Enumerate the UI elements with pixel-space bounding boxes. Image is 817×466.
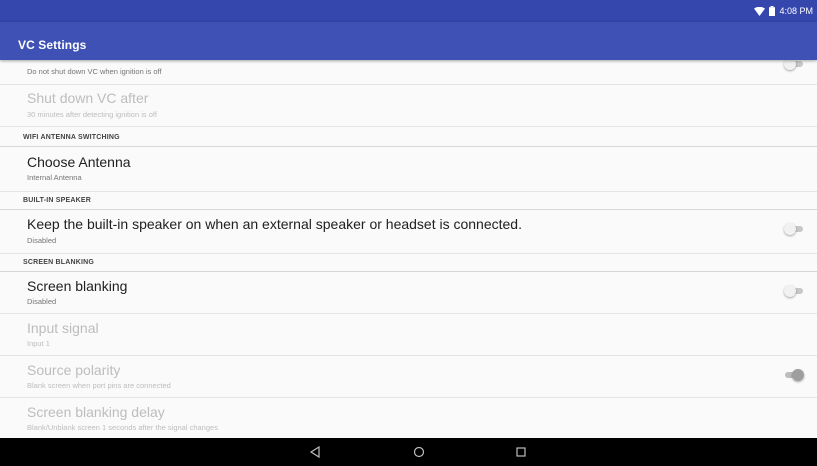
source-polarity-switch[interactable] (785, 369, 804, 381)
pref-screen-blanking-title: Screen blanking (27, 278, 128, 294)
home-icon[interactable] (412, 445, 426, 459)
switch-thumb (784, 223, 796, 235)
category-label: WIFI ANTENNA SWITCHING (23, 134, 120, 141)
screen-blanking-switch[interactable] (784, 285, 803, 297)
pref-screen-blanking-summary: Disabled (27, 297, 57, 306)
pref-blanking-delay-summary: Blank/Unblank screen 1 seconds after the… (27, 423, 218, 432)
pref-source-polarity-summary: Blank screen when port pins are connecte… (27, 381, 171, 390)
pref-blanking-delay-title: Screen blanking delay (27, 404, 165, 420)
switch-thumb (784, 285, 796, 297)
speaker-switch[interactable] (784, 223, 803, 235)
pref-ignition[interactable]: Do not shut down VC when ignition is off (0, 60, 817, 85)
settings-list[interactable]: Do not shut down VC when ignition is off… (0, 60, 817, 438)
ignition-switch[interactable] (784, 60, 803, 70)
category-wifi-antenna: WIFI ANTENNA SWITCHING (0, 127, 817, 147)
status-icons: 4:08 PM (754, 4, 813, 18)
page-title: VC Settings (18, 38, 87, 52)
pref-shutdown[interactable]: Shut down VC after 30 minutes after dete… (0, 85, 817, 127)
switch-thumb (792, 369, 804, 381)
wifi-icon (754, 6, 766, 16)
switch-thumb (784, 60, 796, 70)
pref-antenna[interactable]: Choose Antenna Internal Antenna (0, 147, 817, 192)
pref-source-polarity[interactable]: Source polarity Blank screen when port p… (0, 356, 817, 398)
pref-input-signal-title: Input signal (27, 320, 99, 336)
category-built-in-speaker: BUILT-IN SPEAKER (0, 190, 817, 210)
category-label: BUILT-IN SPEAKER (23, 197, 92, 204)
pref-antenna-summary: Internal Antenna (27, 173, 82, 182)
pref-ignition-summary: Do not shut down VC when ignition is off (27, 67, 162, 76)
pref-source-polarity-title: Source polarity (27, 362, 121, 378)
category-label: SCREEN BLANKING (23, 259, 95, 266)
back-icon[interactable] (308, 445, 322, 459)
clock: 4:08 PM (779, 6, 813, 16)
navigation-bar (0, 438, 817, 466)
category-screen-blanking: SCREEN BLANKING (0, 252, 817, 272)
app-bar: VC Settings (0, 22, 817, 60)
pref-screen-blanking[interactable]: Screen blanking Disabled (0, 272, 817, 314)
pref-shutdown-title: Shut down VC after (27, 90, 149, 106)
pref-input-signal[interactable]: Input signal Input 1 (0, 314, 817, 356)
status-bar: 4:08 PM (0, 0, 817, 22)
pref-speaker-title: Keep the built-in speaker on when an ext… (27, 216, 522, 232)
pref-input-signal-summary: Input 1 (27, 339, 50, 348)
pref-antenna-title: Choose Antenna (27, 154, 131, 170)
pref-shutdown-summary: 30 minutes after detecting ignition is o… (27, 110, 157, 119)
pref-speaker-summary: Disabled (27, 236, 57, 245)
battery-icon (769, 6, 776, 16)
pref-speaker[interactable]: Keep the built-in speaker on when an ext… (0, 210, 817, 254)
pref-blanking-delay[interactable]: Screen blanking delay Blank/Unblank scre… (0, 398, 817, 438)
recents-icon[interactable] (514, 445, 528, 459)
